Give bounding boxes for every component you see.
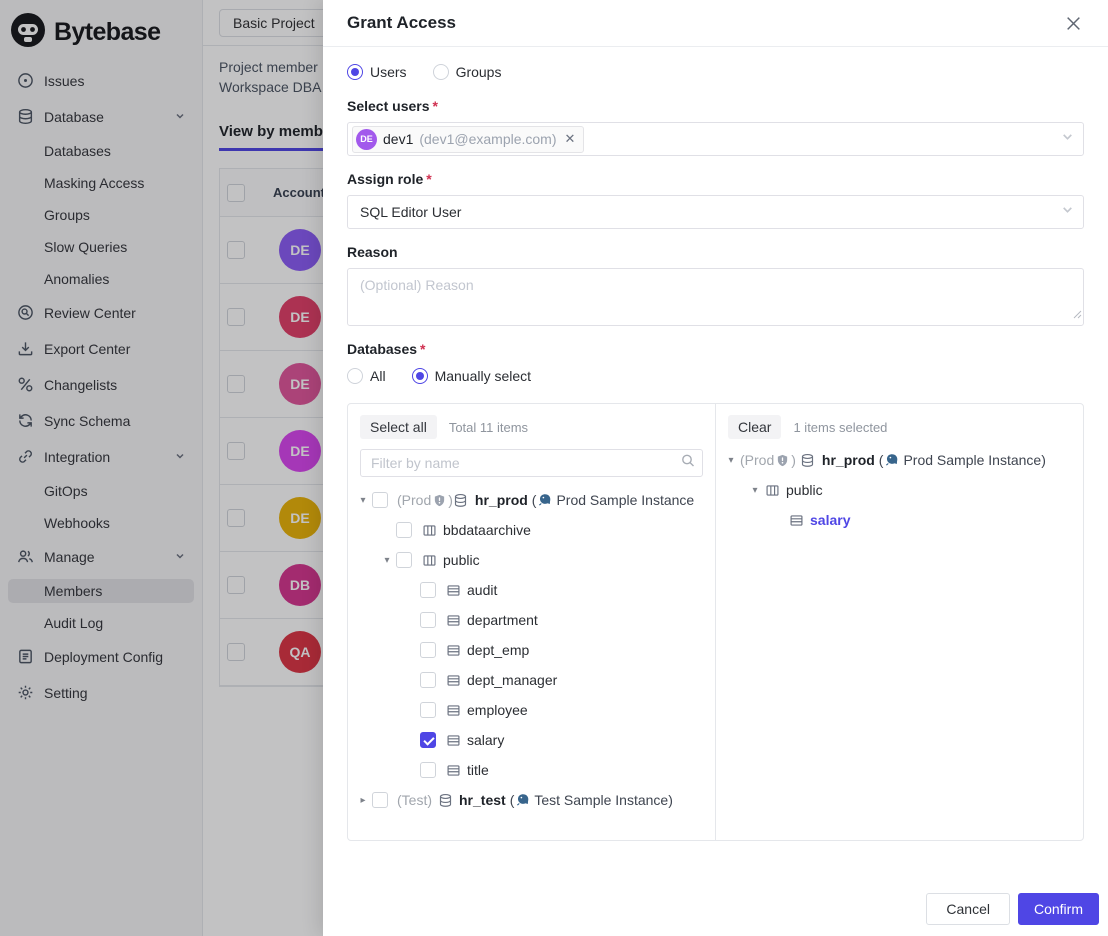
databases-scope-radio-group: All Manually select [347, 365, 1084, 387]
reason-label: Reason [347, 244, 1084, 260]
postgresql-icon [538, 493, 552, 507]
table-icon [445, 643, 461, 658]
tree-checkbox[interactable] [372, 492, 388, 508]
shield-icon [776, 454, 789, 467]
select-users-label: Select users* [347, 98, 1084, 114]
transfer-target-pane: Clear 1 items selected ▾ (Prod ) hr_prod… [716, 404, 1083, 840]
table-icon [788, 513, 804, 528]
postgresql-icon [516, 793, 530, 807]
caret-down-icon[interactable]: ▾ [378, 555, 396, 566]
tree-node-table[interactable]: dept_manager [348, 665, 715, 695]
grant-access-modal: Grant Access Users Groups Select users* … [323, 0, 1108, 936]
tree-checkbox[interactable] [420, 582, 436, 598]
resize-handle-icon[interactable] [1073, 306, 1082, 324]
tree-checkbox[interactable] [372, 792, 388, 808]
selected-user-chip: DE dev1 (dev1@example.com) ✕ [352, 126, 584, 153]
close-icon[interactable] [1062, 12, 1084, 34]
schema-icon [421, 523, 437, 538]
tree-node-table[interactable]: employee [348, 695, 715, 725]
tree-node-database[interactable]: ▸ (Test) hr_test ( Test Sample Instance) [348, 785, 715, 815]
tree-node-schema[interactable]: ▾ public [716, 475, 1083, 505]
assign-role-select[interactable]: SQL Editor User [347, 195, 1084, 229]
chip-user-name: dev1 [383, 131, 413, 147]
tree-node-table[interactable]: audit [348, 575, 715, 605]
tree-node-schema[interactable]: bbdataarchive [348, 515, 715, 545]
tree-node-table-selected[interactable]: salary [716, 505, 1083, 535]
modal-footer: Cancel Confirm [323, 893, 1108, 936]
reason-textarea[interactable] [347, 268, 1084, 326]
database-transfer: Select all Total 11 items ▾ (Prod [347, 403, 1084, 841]
table-icon [445, 733, 461, 748]
schema-icon [764, 483, 780, 498]
caret-down-icon[interactable]: ▾ [746, 485, 764, 496]
clear-button[interactable]: Clear [728, 415, 781, 439]
tree-checkbox[interactable] [396, 522, 412, 538]
tree-checkbox[interactable] [396, 552, 412, 568]
databases-label: Databases* [347, 341, 1084, 357]
source-tree: ▾ (Prod ) hr_prod ( Prod Sample Instance [348, 485, 715, 815]
caret-down-icon[interactable]: ▾ [722, 455, 740, 466]
avatar: DE [356, 129, 377, 150]
tree-node-schema[interactable]: ▾ public [348, 545, 715, 575]
tree-checkbox[interactable] [420, 672, 436, 688]
selected-items-label: 1 items selected [793, 420, 887, 435]
radio-groups-control[interactable] [433, 64, 449, 80]
database-icon [453, 493, 469, 508]
schema-icon [421, 553, 437, 568]
tree-checkbox[interactable] [420, 762, 436, 778]
table-icon [445, 673, 461, 688]
radio-groups[interactable]: Groups [433, 64, 502, 80]
chip-remove-icon[interactable]: ✕ [565, 131, 576, 147]
radio-all-databases[interactable]: All [347, 368, 386, 384]
tree-node-table-salary[interactable]: salary [348, 725, 715, 755]
filter-by-name-input[interactable] [360, 449, 703, 477]
radio-users-control[interactable] [347, 64, 363, 80]
assign-role-value: SQL Editor User [352, 204, 461, 220]
table-icon [445, 763, 461, 778]
filter-field [360, 449, 703, 477]
select-users-input[interactable]: DE dev1 (dev1@example.com) ✕ [347, 122, 1084, 156]
select-all-button[interactable]: Select all [360, 415, 437, 439]
radio-manually-select[interactable]: Manually select [412, 368, 532, 384]
tree-node-database[interactable]: ▾ (Prod ) hr_prod ( Prod Sample Instance… [716, 445, 1083, 475]
required-asterisk: * [433, 98, 438, 114]
table-icon [445, 703, 461, 718]
radio-manual-control[interactable] [412, 368, 428, 384]
required-asterisk: * [420, 341, 425, 357]
cancel-button[interactable]: Cancel [926, 893, 1010, 925]
tree-checkbox[interactable] [420, 642, 436, 658]
tree-checkbox[interactable] [420, 612, 436, 628]
modal-title: Grant Access [347, 13, 456, 33]
modal-header: Grant Access [323, 0, 1108, 47]
search-icon [681, 454, 695, 473]
target-tree: ▾ (Prod ) hr_prod ( Prod Sample Instance… [716, 445, 1083, 535]
confirm-button[interactable]: Confirm [1018, 893, 1099, 925]
chevron-down-icon [1061, 203, 1074, 221]
tree-checkbox[interactable] [420, 702, 436, 718]
radio-users[interactable]: Users [347, 64, 407, 80]
radio-all-control[interactable] [347, 368, 363, 384]
assign-role-label: Assign role* [347, 171, 1084, 187]
caret-right-icon[interactable]: ▸ [354, 795, 372, 806]
modal-body: Users Groups Select users* DE dev1 (dev1… [323, 47, 1108, 841]
table-icon [445, 613, 461, 628]
shield-icon [433, 494, 446, 507]
chip-user-email: (dev1@example.com) [419, 131, 556, 147]
postgresql-icon [885, 453, 899, 467]
transfer-source-pane: Select all Total 11 items ▾ (Prod [348, 404, 716, 840]
caret-down-icon[interactable]: ▾ [354, 495, 372, 506]
required-asterisk: * [426, 171, 431, 187]
chevron-down-icon [1061, 130, 1074, 148]
total-items-label: Total 11 items [449, 420, 528, 435]
tree-node-database[interactable]: ▾ (Prod ) hr_prod ( Prod Sample Instance [348, 485, 715, 515]
tree-node-table[interactable]: dept_emp [348, 635, 715, 665]
database-icon [437, 793, 453, 808]
app-root: Bytebase Issues Database Databases Maski… [0, 0, 1108, 936]
tree-node-table[interactable]: title [348, 755, 715, 785]
database-icon [800, 453, 816, 468]
member-type-radio-group: Users Groups [347, 61, 1084, 83]
table-icon [445, 583, 461, 598]
tree-checkbox-checked[interactable] [420, 732, 436, 748]
tree-node-table[interactable]: department [348, 605, 715, 635]
